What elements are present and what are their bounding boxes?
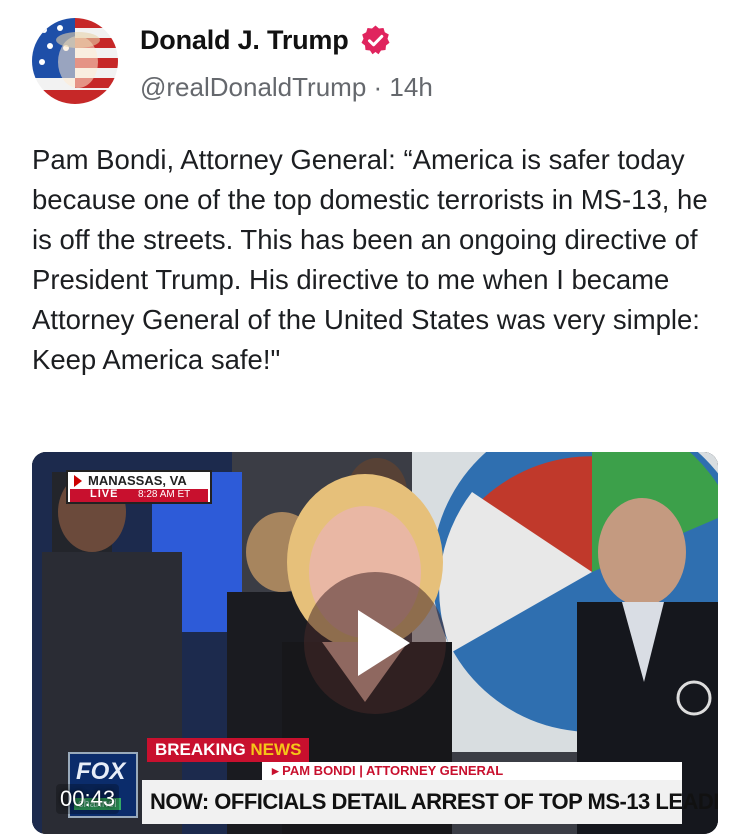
video-duration: 00:43 — [56, 784, 120, 814]
play-arrow-small-icon: ▸ — [272, 763, 283, 778]
handle-row: @realDonaldTrump · 14h — [140, 72, 433, 103]
breaking-news-banner: BREAKING NEWS — [147, 738, 310, 762]
post-text: Pam Bondi, Attorney General: “America is… — [32, 144, 708, 375]
location-text: MANASSAS, VA — [88, 473, 187, 488]
network-logo-text: FOX — [76, 758, 126, 785]
news-label: NEWS — [250, 740, 302, 759]
speaker-subtitle: ▸ PAM BONDI | ATTORNEY GENERAL — [262, 762, 682, 780]
flag-portrait-avatar-icon — [32, 18, 118, 104]
display-name[interactable]: Donald J. Trump — [140, 25, 349, 56]
verified-badge-icon — [361, 25, 390, 55]
location-bug: MANASSAS, VA LIVE 8:28 AM ET — [66, 470, 212, 504]
subtitle-separator: | — [359, 763, 366, 778]
display-name-row: Donald J. Trump — [140, 24, 392, 57]
subtitle-role: ATTORNEY GENERAL — [365, 763, 504, 778]
news-headline: NOW: OFFICIALS DETAIL ARREST OF TOP MS-1… — [142, 780, 718, 824]
timestamp[interactable]: 14h — [389, 72, 432, 102]
play-icon — [358, 610, 410, 676]
separator-dot: · — [373, 72, 390, 102]
video-player[interactable]: MANASSAS, VA LIVE 8:28 AM ET FOX channel… — [32, 452, 718, 834]
breaking-label: BREAKING — [155, 740, 246, 759]
location-arrow-icon — [74, 475, 82, 487]
post-header: Donald J. Trump @realDonaldTrump · 14h — [32, 18, 722, 110]
play-button[interactable] — [304, 572, 446, 714]
handle[interactable]: @realDonaldTrump — [140, 72, 366, 102]
subtitle-name: PAM BONDI — [282, 763, 356, 778]
live-label: LIVE — [90, 488, 119, 500]
avatar[interactable] — [32, 18, 118, 104]
live-bar: LIVE 8:28 AM ET — [70, 488, 208, 502]
live-time: 8:28 AM ET — [138, 489, 191, 500]
